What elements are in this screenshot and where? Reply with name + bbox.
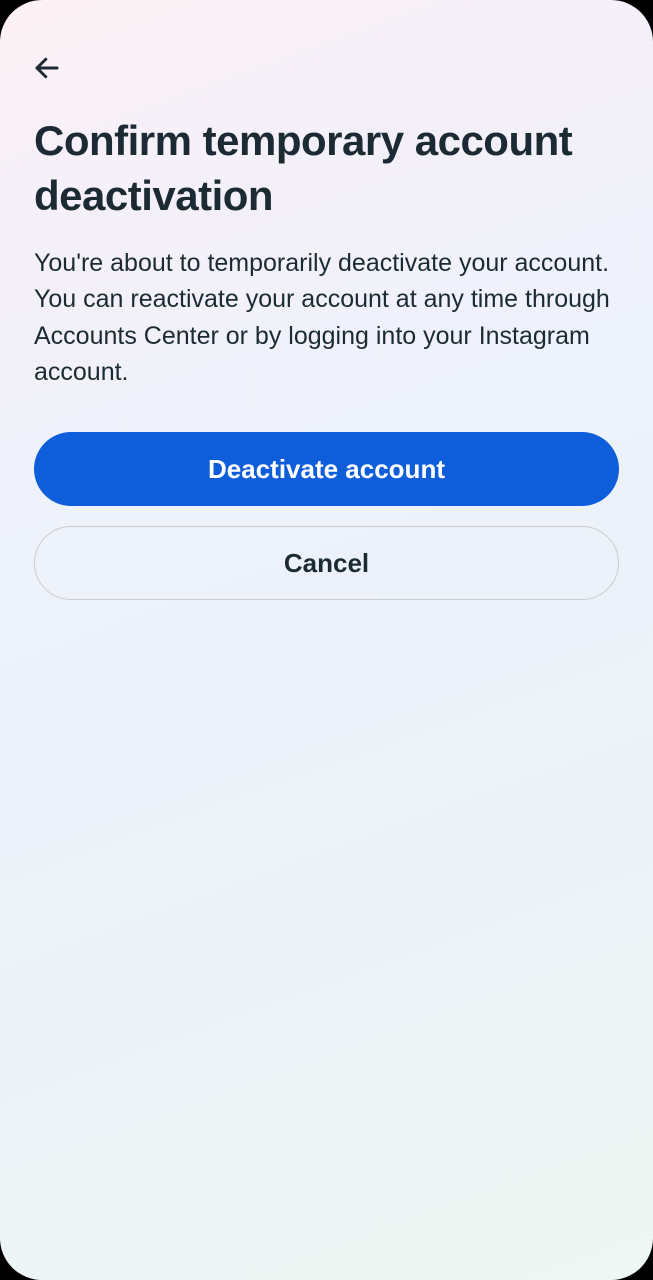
page-title: Confirm temporary account deactivation (34, 114, 619, 223)
confirmation-screen: Confirm temporary account deactivation Y… (0, 0, 653, 1280)
arrow-left-icon (32, 53, 62, 83)
back-button[interactable] (32, 48, 72, 88)
cancel-button[interactable]: Cancel (34, 526, 619, 600)
deactivate-button[interactable]: Deactivate account (34, 432, 619, 506)
page-description: You're about to temporarily deactivate y… (34, 245, 619, 390)
